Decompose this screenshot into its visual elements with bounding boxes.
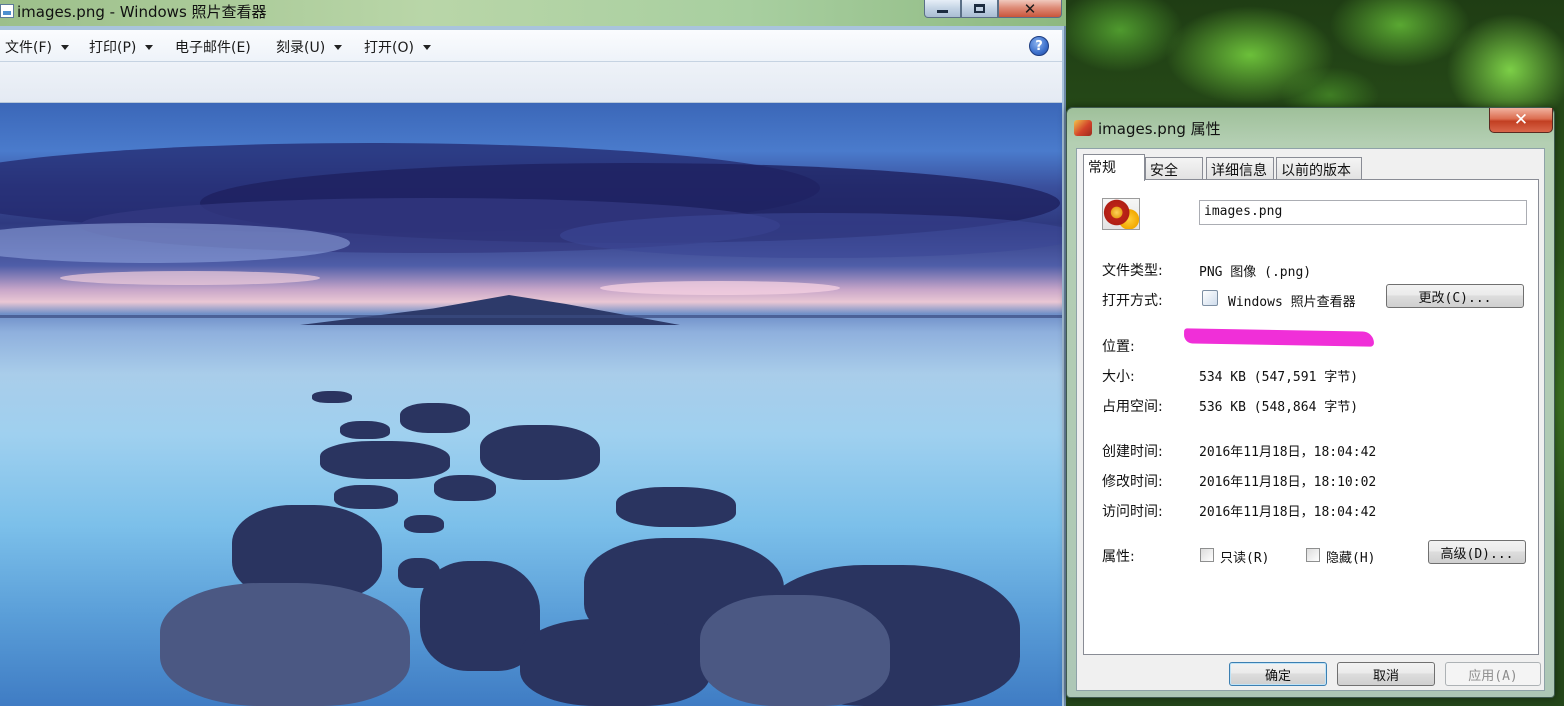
dialog-body: 常规 安全 详细信息 以前的版本 images.png 文件类型: PNG 图像… [1076,148,1545,691]
opens-with-value: Windows 照片查看器 [1228,295,1356,310]
island-silhouette [300,295,680,325]
properties-dialog: images.png 属性 ✕ 常规 安全 详细信息 以前的版本 images.… [1066,107,1555,698]
close-icon: ✕ [1023,0,1037,18]
rock-shape [616,487,736,527]
menu-file-label: 文件(F) [5,40,52,56]
tab-security[interactable]: 安全 [1145,157,1203,179]
menu-email[interactable]: 电子邮件(E) [175,37,251,57]
rock-shape [434,475,496,501]
viewer-secondary-bar [0,62,1062,103]
chevron-down-icon [60,44,69,50]
viewer-window-title: images.png - Windows 照片查看器 [17,3,267,21]
opens-with-label: 打开方式: [1102,293,1163,309]
dialog-title: images.png 属性 [1098,120,1221,138]
photo-viewer-app-icon [0,4,14,18]
horizon-line [0,315,1062,318]
chevron-down-icon [334,44,343,50]
maximize-button[interactable] [961,0,998,18]
help-icon[interactable]: ? [1029,36,1049,56]
chevron-down-icon [145,44,154,50]
readonly-checkbox[interactable] [1200,548,1214,562]
maximize-icon [974,4,985,13]
menu-print[interactable]: 打印(P) [89,37,154,57]
rock-shape [520,619,710,706]
close-icon: ✕ [1513,110,1529,130]
menu-open-label: 打开(O) [364,40,414,56]
file-type-value: PNG 图像 (.png) [1199,265,1312,280]
size-on-disk-value: 536 KB (548,864 字节) [1199,400,1359,415]
menu-print-label: 打印(P) [89,40,137,56]
accessed-label: 访问时间: [1102,504,1163,520]
hidden-checkbox[interactable] [1306,548,1320,562]
dialog-close-button[interactable]: ✕ [1489,108,1553,133]
cloud-shape [560,213,1062,258]
tab-previous-versions[interactable]: 以前的版本 [1276,157,1362,179]
photo-viewer-window: images.png - Windows 照片查看器 ✕ 文件(F) 打印(P)… [0,0,1066,706]
size-value: 534 KB (547,591 字节) [1199,370,1359,385]
viewer-titlebar[interactable]: images.png - Windows 照片查看器 ✕ [0,0,1066,26]
cloud-shape [60,271,320,285]
rock-shape [404,515,444,533]
photo-viewer-app-icon [1202,290,1218,306]
rock-shape [480,425,600,480]
attributes-label: 属性: [1102,549,1135,565]
size-on-disk-label: 占用空间: [1102,399,1163,415]
modified-label: 修改时间: [1102,474,1163,490]
rock-shape [340,421,390,439]
redaction-mark [1183,328,1375,347]
rock-shape [320,441,450,479]
file-type-label: 文件类型: [1102,263,1163,279]
rock-shape [160,583,410,706]
menu-email-label: 电子邮件(E) [175,40,251,56]
separator [1102,318,1526,319]
viewer-menubar: 文件(F) 打印(P) 电子邮件(E) 刻录(U) 打开(O) [0,30,1062,62]
image-file-icon [1074,120,1092,136]
filename-input[interactable]: images.png [1199,200,1527,225]
menu-burn[interactable]: 刻录(U) [276,37,343,57]
viewer-close-button[interactable]: ✕ [998,0,1062,18]
rock-shape [400,403,470,433]
general-tab-page: images.png 文件类型: PNG 图像 (.png) 打开方式: Win… [1083,179,1539,655]
menu-open[interactable]: 打开(O) [364,37,431,57]
advanced-button[interactable]: 高级(D)... [1428,540,1526,564]
created-label: 创建时间: [1102,444,1163,460]
photo-canvas[interactable] [0,103,1062,706]
chevron-down-icon [422,44,431,50]
readonly-label[interactable]: 只读(R) [1220,547,1269,566]
cloud-shape [600,281,840,295]
separator [1102,242,1526,243]
rock-shape [700,595,890,706]
menu-file[interactable]: 文件(F) [5,37,69,57]
separator [1102,423,1526,424]
rock-shape [312,391,352,403]
accessed-value: 2016年11月18日，18:04:42 [1199,505,1377,520]
minimize-icon [937,10,948,13]
rock-shape [334,485,398,509]
separator [1102,528,1526,529]
tab-details[interactable]: 详细信息 [1206,157,1274,179]
location-label: 位置: [1102,339,1135,355]
image-file-icon [1102,198,1140,230]
cancel-button[interactable]: 取消 [1337,662,1435,686]
modified-value: 2016年11月18日，18:10:02 [1199,475,1377,490]
apply-button[interactable]: 应用(A) [1445,662,1541,686]
hidden-label[interactable]: 隐藏(H) [1326,547,1375,566]
menu-burn-label: 刻录(U) [276,40,326,56]
minimize-button[interactable] [924,0,961,18]
cloud-shape [0,223,350,263]
change-button[interactable]: 更改(C)... [1386,284,1524,308]
size-label: 大小: [1102,369,1135,385]
ok-button[interactable]: 确定 [1229,662,1327,686]
tab-general[interactable]: 常规 [1083,154,1145,181]
created-value: 2016年11月18日，18:04:42 [1199,445,1377,460]
